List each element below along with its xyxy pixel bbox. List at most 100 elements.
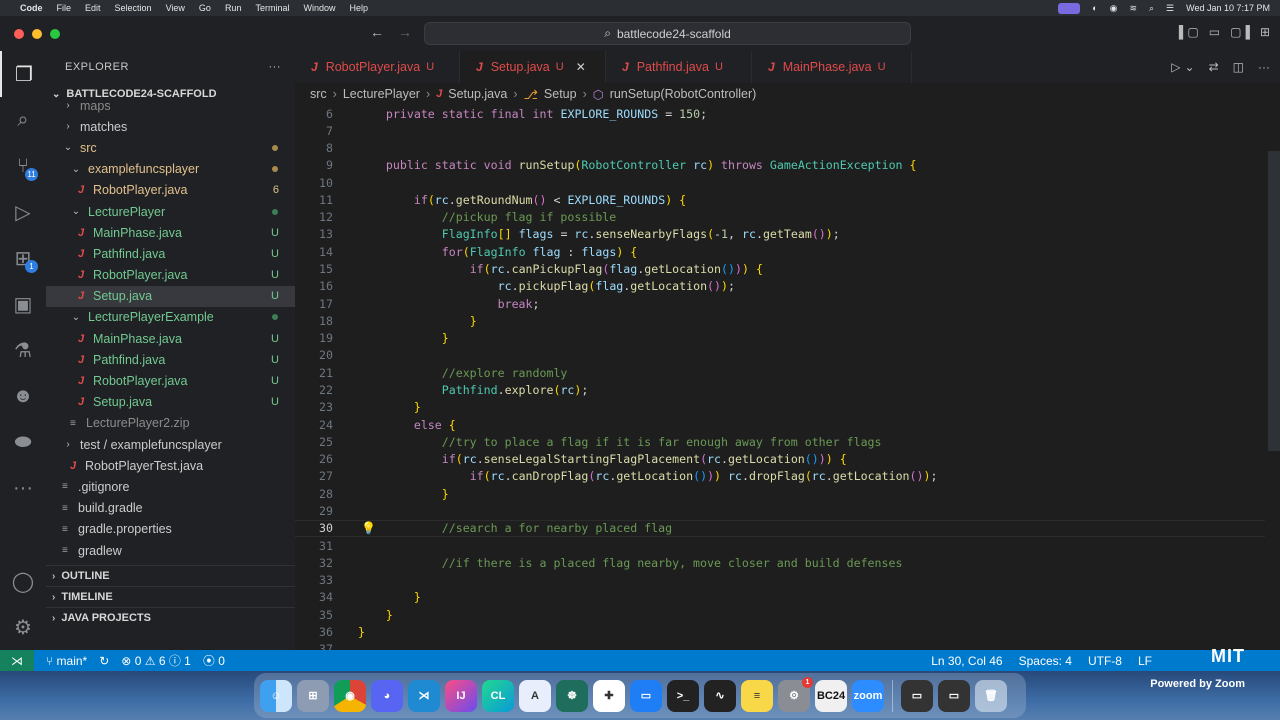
- launchpad-icon[interactable]: ⊞: [297, 679, 329, 712]
- code-line[interactable]: 6 private static final int EXPLORE_ROUND…: [295, 105, 1265, 122]
- encoding[interactable]: UTF-8: [1088, 654, 1122, 668]
- tree-folder[interactable]: › test / examplefuncsplayer: [46, 434, 295, 455]
- window-thumb-icon[interactable]: ▭: [938, 679, 970, 712]
- run-icon[interactable]: ▷: [1171, 60, 1180, 74]
- command-center[interactable]: ⌕ battlecode24-scaffold: [424, 22, 911, 45]
- turtle-extension-icon[interactable]: ⬬: [0, 419, 46, 465]
- code-line[interactable]: 34 }: [295, 589, 1265, 606]
- ports-status[interactable]: ⦿ 0: [203, 652, 225, 669]
- intellij-icon[interactable]: IJ: [445, 679, 477, 712]
- code-line[interactable]: 24 else {: [295, 416, 1265, 433]
- explorer-more-icon[interactable]: ···: [269, 61, 282, 73]
- menu-window[interactable]: Window: [303, 3, 335, 13]
- code-line[interactable]: 25 //try to place a flag if it is far en…: [295, 433, 1265, 450]
- timeline-section[interactable]: › TIMELINE: [46, 586, 295, 607]
- menu-edit[interactable]: Edit: [85, 3, 101, 13]
- code-line[interactable]: 28 }: [295, 485, 1265, 502]
- menu-help[interactable]: Help: [349, 3, 368, 13]
- discord-icon[interactable]: ◕: [371, 679, 403, 712]
- menu-view[interactable]: View: [166, 3, 185, 13]
- code-line[interactable]: 35 }: [295, 606, 1265, 623]
- menu-go[interactable]: Go: [199, 3, 211, 13]
- trash-icon[interactable]: 🗑: [975, 679, 1007, 712]
- code-line[interactable]: 19 }: [295, 330, 1265, 347]
- tree-file[interactable]: J Pathfind.java U: [46, 243, 295, 264]
- run-debug-icon[interactable]: ▷: [0, 189, 46, 235]
- messages-icon[interactable]: ▭: [630, 679, 662, 712]
- tree-file[interactable]: ≡ gradle.properties: [46, 519, 295, 540]
- notes-icon[interactable]: ≡: [741, 679, 773, 712]
- explorer-icon[interactable]: ❐: [0, 51, 46, 97]
- source-control-icon[interactable]: ⑂ 11: [0, 143, 46, 189]
- outline-section[interactable]: › OUTLINE: [46, 565, 295, 586]
- code-line[interactable]: 18 }: [295, 312, 1265, 329]
- code-line[interactable]: 16 rc.pickupFlag(flag.getLocation());: [295, 278, 1265, 295]
- search-spotlight-icon[interactable]: ⌕: [1149, 3, 1154, 14]
- menu-app-name[interactable]: Code: [20, 3, 43, 13]
- code-line[interactable]: 32 //if there is a placed flag nearby, m…: [295, 554, 1265, 571]
- close-tab-icon[interactable]: ✕: [576, 60, 586, 74]
- accounts-icon[interactable]: ◯: [0, 558, 46, 604]
- problems-status[interactable]: ⊗ 0 ⚠ 6 ⓘ 1: [121, 652, 191, 669]
- tab-pathfind[interactable]: J Pathfind.java U: [606, 51, 752, 83]
- vscode-icon[interactable]: ⋊: [408, 679, 440, 712]
- minimize-window-button[interactable]: [32, 28, 42, 39]
- tree-folder[interactable]: › maps: [46, 95, 295, 116]
- code-line[interactable]: 36}: [295, 623, 1265, 640]
- toggle-secondary-sidebar-icon[interactable]: ▢▐: [1230, 25, 1250, 39]
- menu-terminal[interactable]: Terminal: [255, 3, 289, 13]
- breadcrumb-src[interactable]: src: [310, 87, 327, 101]
- activity-monitor-icon[interactable]: ∿: [704, 679, 736, 712]
- zoom-window-button[interactable]: [50, 28, 60, 39]
- tree-file[interactable]: ≡ build.gradle: [46, 498, 295, 519]
- code-line[interactable]: 23 }: [295, 399, 1265, 416]
- siri-icon[interactable]: ◉: [1110, 3, 1118, 14]
- code-line[interactable]: 27 if(rc.canDropFlag(rc.getLocation())) …: [295, 468, 1265, 485]
- tree-folder[interactable]: › matches: [46, 116, 295, 137]
- code-line[interactable]: 33: [295, 572, 1265, 589]
- finder-icon[interactable]: ☺: [260, 679, 292, 712]
- arc-icon[interactable]: A: [519, 679, 551, 712]
- menu-file[interactable]: File: [57, 3, 72, 13]
- remote-explorer-icon[interactable]: ▣: [0, 281, 46, 327]
- back-arrow-icon[interactable]: ←: [370, 24, 384, 40]
- close-window-button[interactable]: [14, 28, 24, 39]
- tree-folder[interactable]: ⌄ LecturePlayerExample: [46, 307, 295, 328]
- system-settings-icon[interactable]: ⚙ 1: [778, 676, 813, 712]
- toggle-sidebar-icon[interactable]: ▌▢: [1179, 25, 1199, 39]
- end-of-line[interactable]: LF: [1138, 654, 1152, 668]
- tree-file[interactable]: J Setup.java U: [46, 392, 295, 413]
- alien-extension-icon[interactable]: ☻: [0, 373, 46, 419]
- tree-file[interactable]: ≡gradlew.bat: [46, 561, 295, 566]
- breadcrumb-file[interactable]: Setup.java: [448, 87, 507, 101]
- tree-file[interactable]: J RobotPlayer.java U: [46, 370, 295, 391]
- java-projects-section[interactable]: › JAVA PROJECTS: [46, 607, 295, 628]
- remote-indicator-icon[interactable]: ⋊: [0, 650, 34, 671]
- tree-folder[interactable]: ⌄ src: [46, 137, 295, 158]
- code-line[interactable]: 8: [295, 140, 1265, 157]
- more-icon[interactable]: ···: [0, 465, 46, 511]
- sync-icon[interactable]: ↻: [99, 654, 109, 668]
- code-line[interactable]: 29: [295, 502, 1265, 519]
- split-editor-icon[interactable]: ◫: [1233, 60, 1244, 74]
- editor-scrollbar[interactable]: [1268, 151, 1280, 451]
- tree-folder[interactable]: ⌄ LecturePlayer: [46, 201, 295, 222]
- code-line[interactable]: 9 public static void runSetup(RobotContr…: [295, 157, 1265, 174]
- code-line[interactable]: 31: [295, 537, 1265, 554]
- tree-file[interactable]: J RobotPlayerTest.java: [46, 455, 295, 476]
- tree-file[interactable]: ≡ .gitignore: [46, 476, 295, 497]
- chevron-down-icon[interactable]: ⌄: [1185, 60, 1195, 74]
- manage-gear-icon[interactable]: ⚙: [0, 604, 46, 650]
- bc24-icon[interactable]: BC24: [815, 679, 847, 712]
- search-icon[interactable]: ⌕: [0, 97, 46, 143]
- extensions-icon[interactable]: ⊞ 1: [0, 235, 46, 281]
- zoom-menubar-icon[interactable]: [1058, 2, 1081, 14]
- control-center-icon[interactable]: ☰: [1166, 3, 1174, 14]
- tree-folder[interactable]: ⌄ examplefuncsplayer: [46, 159, 295, 180]
- code-line[interactable]: 10: [295, 174, 1265, 191]
- open-changes-icon[interactable]: ⇄: [1209, 60, 1219, 74]
- window-thumb-icon[interactable]: ▭: [901, 679, 933, 712]
- breadcrumb-class[interactable]: Setup: [544, 87, 577, 101]
- clion-icon[interactable]: CL: [482, 679, 514, 712]
- breadcrumb-method[interactable]: runSetup(RobotController): [610, 87, 757, 101]
